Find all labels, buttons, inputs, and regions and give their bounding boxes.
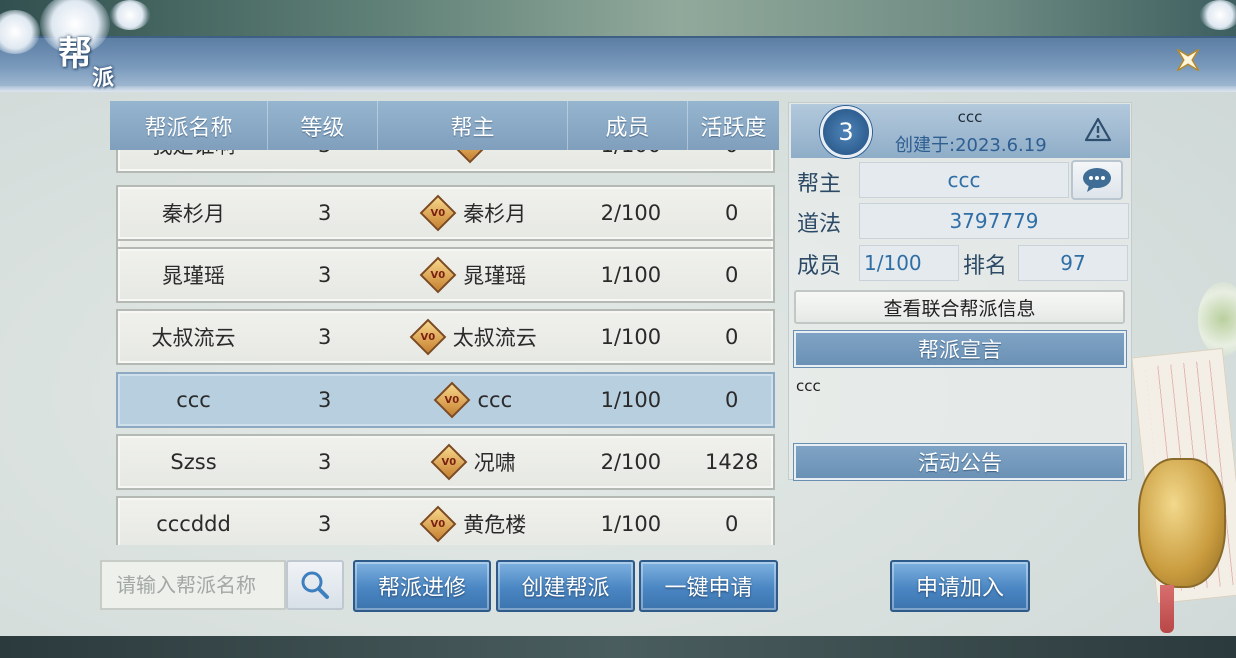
guild-name-cell: 晁瑾瑶 [162,264,226,288]
guild-master-name: 况啸 [473,451,516,475]
rank-value: 97 [1018,245,1128,281]
table-row[interactable]: 秦杉月 3 V0 秦杉月 2/100 0 [116,185,775,241]
vip-badge-text: V0 [445,394,460,406]
quick-apply-button[interactable]: 一键申请 [639,560,778,612]
chat-bubble-icon [1083,168,1111,192]
guild-master-cell: V0 晁瑾瑶 [380,249,571,301]
guild-level-cell: 3 [318,325,332,349]
flower-decoration [1200,0,1236,30]
warning-icon [1084,117,1112,142]
guild-activity-cell: 0 [725,325,739,349]
vip-badge-icon: V0 [419,256,457,294]
search-icon [301,571,329,599]
guild-level-cell: 3 [318,512,332,536]
table-row-selected[interactable]: ccc 3 V0 ccc 1/100 0 [116,372,775,428]
guild-master-name: ccc [477,388,513,412]
background-scenery-bottom [0,636,1236,658]
column-header-activity[interactable]: 活跃度 [688,101,779,150]
vip-badge-icon: V0 [430,443,468,481]
guild-name-cell: ccc [176,388,211,412]
vip-badge-text: V0 [430,207,446,219]
close-button[interactable] [1170,42,1206,78]
guild-created-date: 创建于:2023.6.19 [895,135,1047,156]
guild-master-name: 黄危楼 [463,513,527,537]
guild-activity-cell: 0 [725,263,739,287]
guild-name-cell: 秦杉月 [162,202,226,226]
rank-label: 排名 [963,254,1008,279]
column-header-level[interactable]: 等级 [268,101,378,150]
vip-badge-icon: V0 [419,505,457,543]
members-label: 成员 [797,254,842,279]
report-button[interactable] [1084,116,1112,144]
guild-members-cell: 2/100 [600,450,662,474]
guild-training-button[interactable]: 帮派进修 [353,560,491,612]
background-scenery-top [0,0,1236,40]
column-header-master[interactable]: 帮主 [378,101,568,150]
guild-members-cell: 1/100 [600,512,662,536]
chat-button[interactable] [1071,160,1123,200]
column-header-members[interactable]: 成员 [568,101,688,150]
dragon-medal-decoration [1138,458,1226,588]
dao-value: 3797779 [859,203,1129,239]
guild-members-cell: 1/100 [600,263,662,287]
vip-badge-text: V0 [430,518,446,530]
guild-master-cell: V0 黄危楼 [380,498,571,545]
guild-master-cell: V0 太叔流云 [380,311,571,363]
vip-badge-text: V0 [430,269,446,281]
master-label: 帮主 [797,172,842,197]
dao-label: 道法 [797,212,842,237]
vip-badge-text: V0 [420,331,436,343]
guild-info-name: ccc [957,108,983,126]
table-row[interactable]: 太叔流云 3 V0 太叔流云 1/100 0 [116,309,775,365]
guild-activity-cell: 0 [725,201,739,225]
guild-members-cell: 2/100 [600,201,662,225]
vip-badge-icon: V0 [409,318,447,356]
vip-badge-icon: V0 [419,194,457,232]
declaration-title: 帮派宣言 [794,331,1126,367]
master-value: ccc [859,162,1069,198]
column-header-name[interactable]: 帮派名称 [110,101,268,150]
guild-name-cell: Szss [170,450,217,474]
guild-activity-cell: 0 [725,388,739,412]
panel-title-char-1: 帮 [58,34,92,74]
vip-badge-icon: V0 [434,381,471,419]
guild-master-cell: V0 秦杉月 [380,187,571,239]
search-button[interactable] [286,560,344,610]
guild-name-cell: 太叔流云 [151,326,236,350]
flower-decoration [110,0,150,30]
guild-level-cell: 3 [318,201,332,225]
guild-activity-cell: 0 [725,512,739,536]
guild-master-name: 太叔流云 [452,326,537,350]
apply-join-button[interactable]: 申请加入 [890,560,1030,612]
table-row[interactable]: 晁瑾瑶 3 V0 晁瑾瑶 1/100 0 [116,247,775,303]
guild-table: 我是谁啊 3 V0 1/100 0 秦杉月 3 V0 秦杉月 2/100 0 晁… [110,101,779,545]
guild-members-cell: 1/100 [600,388,662,412]
guild-name-cell: cccddd [156,512,231,536]
vip-badge-text: V0 [441,456,457,468]
guild-level-cell: 3 [318,263,332,287]
guild-master-name: 秦杉月 [463,202,527,226]
guild-level-cell: 3 [318,388,332,412]
close-icon [1176,48,1200,72]
guild-level-cell: 3 [318,450,332,474]
guild-master-cell: V0 况啸 [380,436,571,488]
search-field [100,560,286,610]
view-alliance-button[interactable]: 查看联合帮派信息 [794,290,1125,324]
table-row[interactable]: Szss 3 V0 况啸 2/100 1428 [116,434,775,490]
members-value: 1/100 [859,245,959,281]
guild-master-cell: V0 ccc [380,374,571,426]
panel-title-char-2: 派 [92,65,115,91]
table-row[interactable]: cccddd 3 V0 黄危楼 1/100 0 [116,496,775,545]
search-input[interactable] [116,573,286,597]
tassel-decoration [1160,585,1174,633]
declaration-text: ccc [796,377,821,395]
guild-level-badge: 3 [820,106,872,158]
activity-notice-title: 活动公告 [794,444,1126,480]
guild-master-name: 晁瑾瑶 [463,264,527,288]
table-header: 帮派名称 等级 帮主 成员 活跃度 [110,101,779,150]
guild-members-cell: 1/100 [600,325,662,349]
guild-activity-cell: 1428 [705,450,759,474]
panel-header [0,36,1236,92]
create-guild-button[interactable]: 创建帮派 [496,560,635,612]
